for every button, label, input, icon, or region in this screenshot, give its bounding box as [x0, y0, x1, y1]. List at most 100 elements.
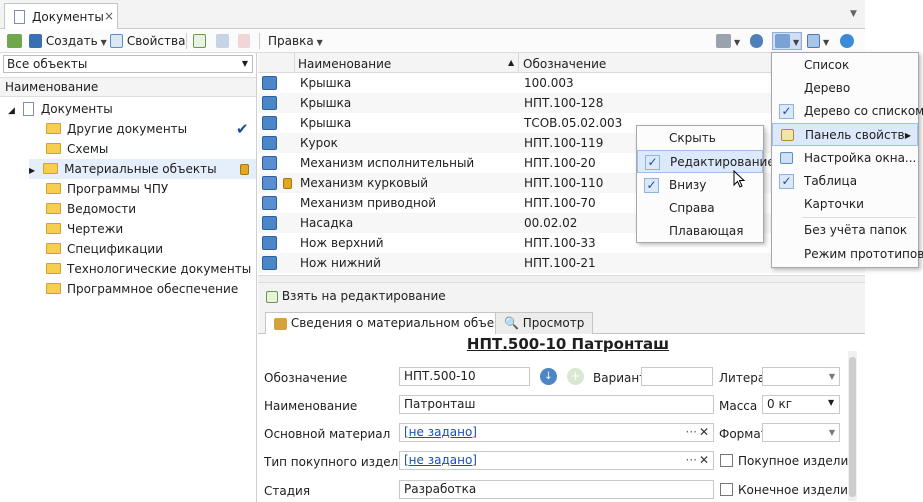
properties-tabs: Сведения о материальном объекте 🔍 Просмо…	[258, 310, 865, 335]
row-name: Механизм исполнительный	[300, 156, 475, 170]
tree-root[interactable]: ◢ Документы	[8, 99, 113, 119]
stage-field[interactable]: Разработка	[399, 480, 714, 499]
chevron-right-icon: ▶	[904, 131, 911, 140]
document-icon	[14, 10, 25, 24]
ellipsis-icon[interactable]: ···	[686, 424, 697, 441]
tab-object-info[interactable]: Сведения о материальном объекте	[265, 312, 525, 335]
tab-documents[interactable]: Документы ×	[4, 3, 118, 30]
part-icon	[262, 236, 277, 250]
mass-label: Масса	[719, 399, 758, 413]
purchase-type-value[interactable]: [не задано]	[404, 453, 477, 467]
menu-item-ignore-folders[interactable]: Без учёта папок	[772, 219, 918, 242]
object-icon	[274, 318, 287, 330]
row-name: Крышка	[300, 116, 352, 130]
purchased-checkbox[interactable]	[720, 454, 733, 467]
checkmark-icon: ✓	[645, 155, 660, 170]
edit-menu-button[interactable]: Правка ▼	[268, 33, 323, 49]
final-checkbox[interactable]	[720, 483, 733, 496]
column-designation-header[interactable]: Обозначение	[523, 57, 606, 71]
tree-item[interactable]: Другие документы ✔	[46, 119, 256, 139]
menu-item-floating[interactable]: Плавающая	[637, 220, 763, 243]
part-icon	[262, 216, 277, 230]
tree-item-label: Материальные объекты	[64, 162, 217, 176]
edit-icon[interactable]	[193, 33, 206, 49]
expand-icon[interactable]: ▶	[29, 166, 35, 175]
tree-item-label: Ведомости	[67, 202, 137, 216]
properties-label: Свойства	[126, 34, 186, 48]
create-button[interactable]: Создать ▼	[29, 33, 107, 49]
properties-button[interactable]: Свойства	[110, 33, 185, 49]
purchased-label: Покупное изделие	[738, 454, 856, 468]
menu-item-tree-with-list[interactable]: ✓ Дерево со списком	[772, 100, 923, 123]
menu-item-right[interactable]: Справа	[637, 197, 763, 220]
refresh-icon[interactable]	[840, 33, 854, 49]
back-icon[interactable]	[7, 33, 22, 49]
designation-field[interactable]: НПТ.500-10	[399, 367, 530, 386]
add-icon[interactable]: +	[567, 368, 584, 385]
designation-label: Обозначение	[264, 371, 348, 385]
download-icon[interactable]: ↓	[540, 368, 557, 385]
delete-doc-icon[interactable]	[238, 33, 250, 49]
format-select[interactable]: ▼	[762, 423, 840, 442]
menu-item-hide[interactable]: Скрыть	[637, 127, 763, 150]
row-designation: НПТ.100-33	[524, 236, 596, 250]
menu-item-prototype-mode[interactable]: Режим прототипов	[772, 243, 923, 266]
close-icon[interactable]: ×	[104, 9, 114, 23]
take-edit-button[interactable]: Взять на редактирование	[266, 289, 446, 303]
tree-item[interactable]: Спецификации	[46, 239, 163, 259]
column-name-header[interactable]: Наименование	[298, 57, 391, 71]
material-field[interactable]: [не задано] ··· ✕	[399, 423, 714, 442]
purchase-type-field[interactable]: [не задано] ··· ✕	[399, 451, 714, 470]
form-scrollbar[interactable]	[848, 351, 857, 501]
properties-icon	[110, 34, 123, 48]
clear-icon[interactable]: ✕	[699, 424, 709, 441]
checkmark-icon: ✓	[779, 104, 794, 119]
tree-item[interactable]: Технологические документы	[46, 259, 251, 279]
chevron-down-icon[interactable]: ▼	[850, 9, 857, 19]
expand-icon[interactable]: ◢	[8, 106, 15, 116]
save-icon[interactable]	[216, 33, 229, 49]
variant-field[interactable]	[641, 367, 713, 386]
print-icon[interactable]: ▼	[716, 33, 740, 49]
edit-menu-label: Правка	[268, 34, 314, 48]
tree-item[interactable]: Программы ЧПУ	[46, 179, 168, 199]
ellipsis-icon[interactable]: ···	[686, 452, 697, 469]
tree-item[interactable]: Программное обеспечение	[46, 279, 238, 299]
name-field[interactable]: Патронташ	[399, 395, 714, 414]
user-icon[interactable]	[750, 33, 763, 49]
filter-select[interactable]: Все объекты ▼	[3, 55, 253, 73]
material-value[interactable]: [не задано]	[404, 425, 477, 439]
row-designation: НПТ.100-128	[524, 96, 604, 110]
row-designation: НПТ.100-21	[524, 256, 596, 270]
tree-root-label: Документы	[40, 102, 113, 116]
tree-item[interactable]: Чертежи	[46, 219, 123, 239]
chevron-down-icon[interactable]: ▼	[829, 424, 835, 441]
row-designation: НПТ.100-20	[524, 156, 596, 170]
sort-ascending-icon: ▲	[508, 58, 515, 67]
view-mode-button[interactable]: ▼	[772, 32, 803, 50]
toolbar: Создать ▼ Свойства Правка ▼ ▼ ▼ ▼	[0, 29, 865, 53]
menu-item-properties-panel[interactable]: Панель свойств ▶	[772, 123, 918, 146]
menu-item-cards[interactable]: Карточки	[772, 193, 918, 216]
row-name: Механизм приводной	[300, 196, 437, 210]
clear-icon[interactable]: ✕	[699, 452, 709, 469]
litera-select[interactable]: ▼	[762, 367, 840, 386]
tree-item[interactable]: Схемы	[46, 139, 108, 159]
menu-item-list[interactable]: Список	[772, 54, 918, 77]
chevron-down-icon[interactable]: ▼	[828, 398, 834, 407]
menu-item-window-settings[interactable]: Настройка окна...	[772, 147, 918, 170]
tree-item-label: Другие документы	[67, 122, 188, 136]
chevron-down-icon[interactable]: ▼	[829, 368, 835, 385]
tree-item-selected[interactable]: ▶ Материальные объекты	[29, 159, 256, 179]
panel-splitter[interactable]	[258, 275, 865, 283]
chevron-down-icon[interactable]: ▼	[242, 56, 248, 72]
tree-item[interactable]: Ведомости	[46, 199, 136, 219]
menu-item-table[interactable]: ✓ Таблица	[772, 170, 918, 193]
menu-item-tree[interactable]: Дерево	[772, 77, 918, 100]
menu-item-table-label: Таблица	[804, 174, 858, 188]
menu-item-editing-label: Редактирование	[670, 155, 775, 169]
window-icon[interactable]: ▼	[807, 33, 829, 49]
part-icon	[262, 256, 277, 270]
tab-preview[interactable]: 🔍 Просмотр	[495, 312, 594, 334]
row-name: Нож нижний	[300, 256, 381, 270]
